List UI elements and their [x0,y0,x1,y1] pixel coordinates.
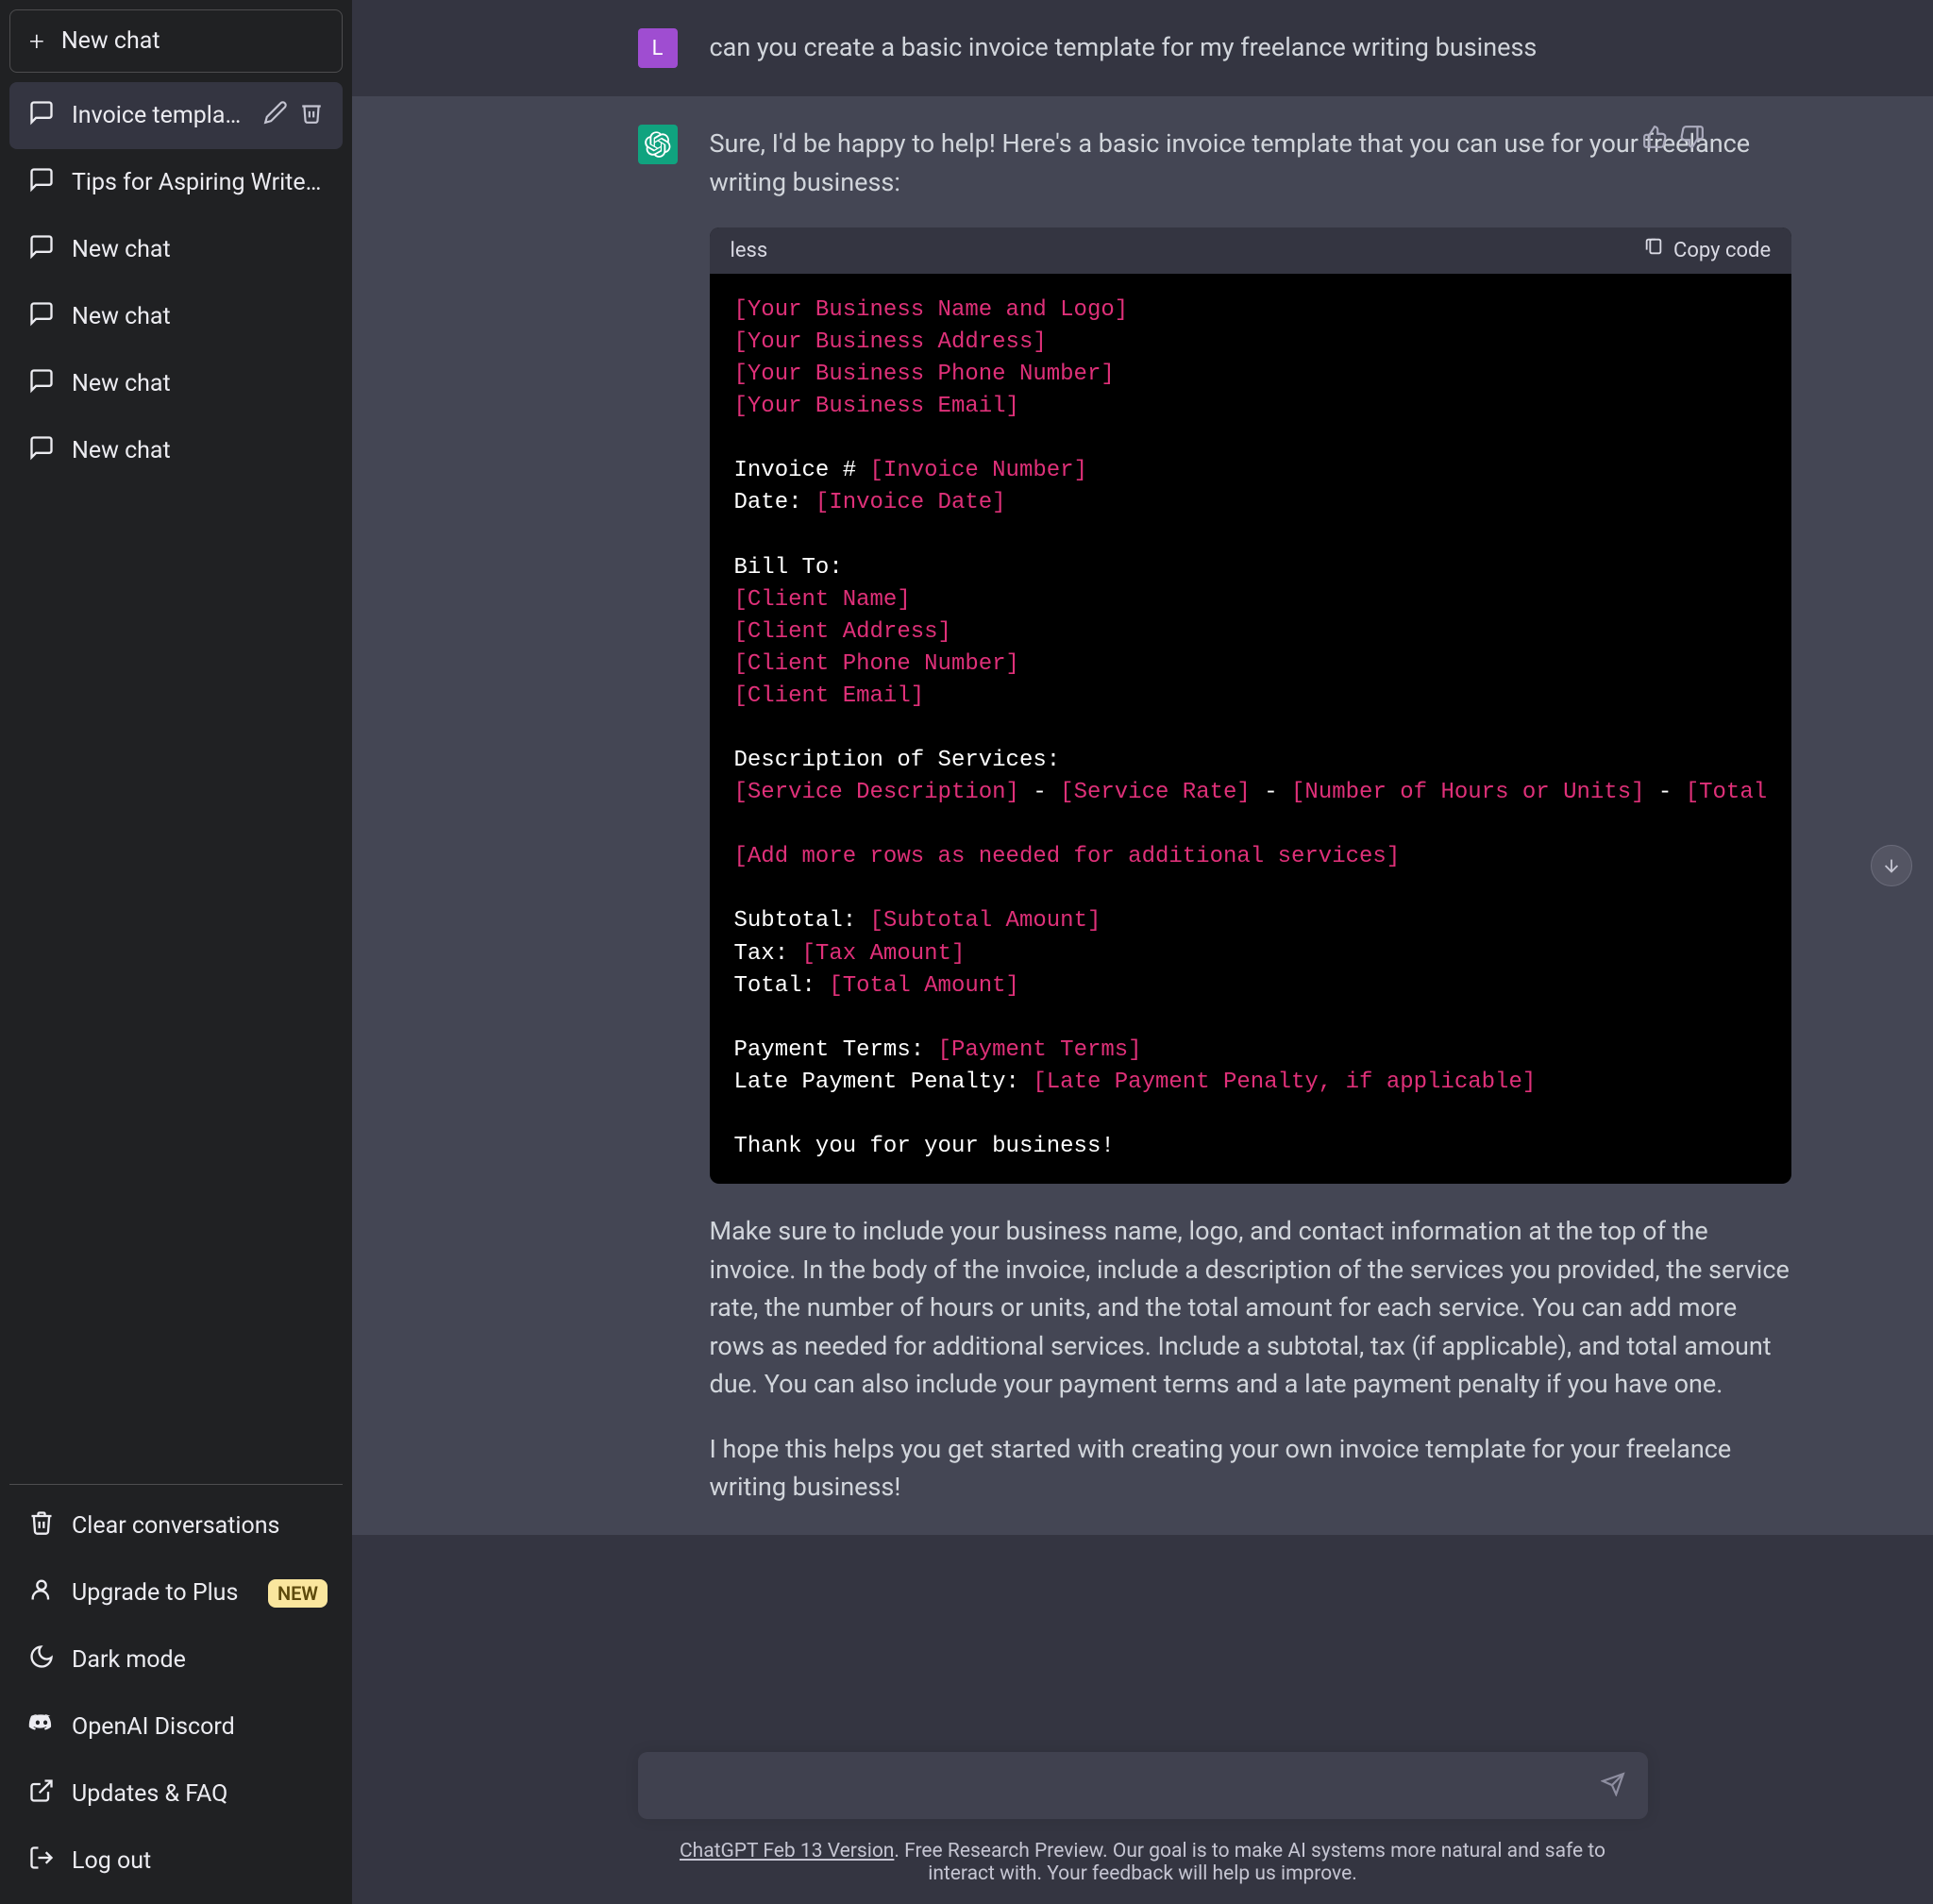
assistant-avatar [638,125,678,164]
faq-button[interactable]: Updates & FAQ [9,1761,343,1828]
sidebar-chat-item[interactable]: New chat [9,283,343,350]
dark-label: Dark mode [72,1646,186,1674]
trash-icon [28,1509,55,1542]
scroll-down-button[interactable] [1871,845,1912,886]
chat-icon [28,166,55,199]
delete-icon[interactable] [299,100,324,131]
logout-button[interactable]: Log out [9,1828,343,1895]
sidebar-chat-item[interactable]: New chat [9,350,343,417]
plus-icon: + [29,28,44,55]
discord-icon [28,1710,55,1744]
user-initial: L [652,37,664,60]
assistant-content: Sure, I'd be happy to help! Here's a bas… [710,125,1792,1507]
version-link[interactable]: ChatGPT Feb 13 Version [680,1840,894,1862]
moon-icon [28,1643,55,1677]
chat-title: New chat [72,236,324,263]
discord-label: OpenAI Discord [72,1713,235,1741]
external-link-icon [28,1778,55,1811]
new-chat-button[interactable]: + New chat [9,9,343,73]
user-icon [28,1576,55,1609]
code-lang: less [731,235,768,266]
discord-button[interactable]: OpenAI Discord [9,1693,343,1761]
send-button[interactable] [1601,1772,1625,1800]
chat-icon [28,233,55,266]
upgrade-button[interactable]: Upgrade to Plus NEW [9,1559,343,1626]
input-area: ChatGPT Feb 13 Version. Free Research Pr… [352,1714,1933,1904]
copy-label: Copy code [1673,235,1771,266]
code-block: less Copy code [Your Business Name and L… [710,227,1792,1184]
logout-label: Log out [72,1847,151,1875]
sidebar-chat-item[interactable]: New chat [9,216,343,283]
sidebar-divider [9,1484,343,1485]
chat-icon [28,99,55,132]
code-header: less Copy code [710,227,1792,274]
new-badge: NEW [268,1579,328,1608]
sidebar-footer: Clear conversations Upgrade to Plus NEW … [9,1492,343,1895]
feedback-buttons [1642,125,1705,153]
assistant-p2: Make sure to include your business name,… [710,1212,1792,1404]
new-chat-label: New chat [61,27,160,55]
thumbs-up-button[interactable] [1642,125,1667,153]
logout-icon [28,1845,55,1878]
dark-mode-button[interactable]: Dark mode [9,1626,343,1693]
upgrade-label: Upgrade to Plus [72,1579,238,1607]
chat-title: New chat [72,437,324,464]
thumbs-down-button[interactable] [1680,125,1705,153]
chat-title: Tips for Aspiring Writers [72,169,324,196]
assistant-intro: Sure, I'd be happy to help! Here's a bas… [710,125,1792,201]
disclaimer-text: . Free Research Preview. Our goal is to … [894,1840,1605,1885]
code-body[interactable]: [Your Business Name and Logo] [Your Busi… [710,274,1792,1184]
sidebar-chat-item[interactable]: Invoice template for fr [9,82,343,149]
chat-title: New chat [72,370,324,397]
sidebar-chat-item[interactable]: Tips for Aspiring Writers [9,149,343,216]
chat-list: Invoice template for fr Tips for Aspiring… [9,82,343,1476]
assistant-message-row: Sure, I'd be happy to help! Here's a bas… [352,96,1933,1535]
chat-title: Invoice template for fr [72,102,246,129]
assistant-p3: I hope this helps you get started with c… [710,1430,1792,1507]
chat-icon [28,434,55,467]
user-message-row: L can you create a basic invoice templat… [352,0,1933,96]
clear-conversations-button[interactable]: Clear conversations [9,1492,343,1559]
edit-icon[interactable] [263,100,288,131]
chat-title: New chat [72,303,324,330]
sidebar-chat-item[interactable]: New chat [9,417,343,484]
user-avatar: L [638,28,678,68]
chat-area[interactable]: L can you create a basic invoice templat… [352,0,1933,1714]
message-input-box[interactable] [638,1752,1648,1819]
main: L can you create a basic invoice templat… [352,0,1933,1904]
clipboard-icon [1643,235,1664,266]
faq-label: Updates & FAQ [72,1780,227,1808]
copy-code-button[interactable]: Copy code [1643,235,1771,266]
sidebar: + New chat Invoice template for fr Tips f… [0,0,352,1904]
chat-icon [28,300,55,333]
message-input[interactable] [661,1771,1601,1800]
disclaimer: ChatGPT Feb 13 Version. Free Research Pr… [638,1840,1648,1885]
user-message-text: can you create a basic invoice template … [710,28,1648,68]
clear-label: Clear conversations [72,1512,279,1540]
chat-icon [28,367,55,400]
